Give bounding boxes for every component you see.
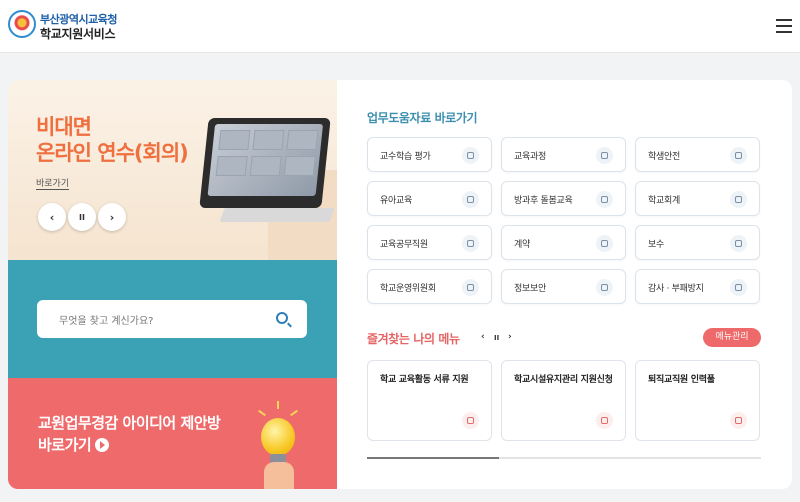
quick-link-card[interactable]: 감사 · 부패방지 bbox=[635, 269, 760, 304]
idea-proposal-banner[interactable]: 교원업무경감 아이디어 제안방 바로가기 bbox=[8, 378, 337, 489]
left-panel: 비대면 온라인 연수(회의) 바로가기 ‹ II › 무엇을 찾고 계신가요? … bbox=[8, 80, 337, 489]
quick-links-title: 업무도움자료 바로가기 bbox=[367, 111, 478, 125]
message-icon bbox=[730, 412, 747, 429]
menu-manage-button[interactable]: 메뉴관리 bbox=[703, 328, 761, 347]
pencil-icon bbox=[596, 147, 613, 164]
edit-icon bbox=[596, 412, 613, 429]
quick-link-label: 학교운영위원회 bbox=[380, 284, 436, 294]
quick-link-label: 보수 bbox=[648, 240, 664, 250]
id-card-icon bbox=[462, 147, 479, 164]
education-office-logo[interactable] bbox=[8, 10, 36, 38]
quick-link-label: 유아교육 bbox=[380, 196, 412, 206]
quick-link-card[interactable]: 교육과정 bbox=[501, 137, 626, 172]
hero-banner: 비대면 온라인 연수(회의) 바로가기 ‹ II › bbox=[8, 80, 337, 265]
favorite-card[interactable]: 퇴직교직원 인력풀 bbox=[635, 360, 760, 441]
padlock-icon bbox=[596, 279, 613, 296]
favorites-pause-button[interactable]: II bbox=[494, 334, 499, 342]
favorites-scrollbar[interactable] bbox=[367, 457, 761, 459]
book-icon bbox=[596, 191, 613, 208]
quick-link-card[interactable]: 교수학습 평가 bbox=[367, 137, 492, 172]
play-icon[interactable] bbox=[95, 438, 110, 452]
light-ray bbox=[258, 409, 266, 417]
quick-link-card[interactable]: 계약 bbox=[501, 225, 626, 260]
idea-banner-link[interactable]: 바로가기 bbox=[38, 436, 92, 454]
check-circle-icon bbox=[596, 235, 613, 252]
quick-link-label: 감사 · 부패방지 bbox=[648, 284, 704, 294]
lightbulb-icon bbox=[261, 418, 295, 456]
favorite-card[interactable]: 학교 교육활동 서류 지원 bbox=[367, 360, 492, 441]
hero-link[interactable]: 바로가기 bbox=[36, 176, 70, 190]
quick-link-card[interactable]: 학생안전 bbox=[635, 137, 760, 172]
quick-link-card[interactable]: 교육공무직원 bbox=[367, 225, 492, 260]
search-placeholder: 무엇을 찾고 계신가요? bbox=[59, 316, 154, 327]
quick-link-card[interactable]: 학교회계 bbox=[635, 181, 760, 216]
search-input[interactable]: 무엇을 찾고 계신가요? bbox=[37, 300, 307, 338]
hand-illustration bbox=[264, 462, 294, 489]
hero-prev-button[interactable]: ‹ bbox=[38, 203, 66, 231]
medal-icon bbox=[730, 279, 747, 296]
ledger-icon bbox=[730, 191, 747, 208]
search-icon[interactable] bbox=[276, 312, 288, 324]
quick-link-label: 학생안전 bbox=[648, 152, 680, 162]
favorite-card[interactable]: 학교시설유지관리 지원신청 bbox=[501, 360, 626, 441]
keyboard-illustration bbox=[219, 208, 335, 222]
quick-link-card[interactable]: 유아교육 bbox=[367, 181, 492, 216]
hero-next-button[interactable]: › bbox=[98, 203, 126, 231]
search-section: 무엇을 찾고 계신가요? bbox=[8, 260, 337, 378]
chat-icon bbox=[462, 235, 479, 252]
quick-link-label: 정보보안 bbox=[514, 284, 546, 294]
scrollbar-thumb[interactable] bbox=[367, 457, 499, 459]
light-ray bbox=[277, 401, 279, 409]
lock-icon bbox=[730, 235, 747, 252]
hero-title: 비대면 온라인 연수(회의) bbox=[36, 115, 189, 165]
favorites-next-button[interactable]: › bbox=[508, 332, 512, 342]
top-header: 부산광역시교육청 학교지원서비스 bbox=[0, 0, 800, 53]
document-icon bbox=[462, 279, 479, 296]
right-panel: 업무도움자료 바로가기 교수학습 평가 교육과정 학생안전 유아교육 방과후 돌… bbox=[337, 80, 792, 489]
hero-pause-button[interactable]: II bbox=[68, 203, 96, 231]
light-ray bbox=[290, 409, 298, 417]
quick-link-card[interactable]: 방과후 돌봄교육 bbox=[501, 181, 626, 216]
idea-banner-title: 교원업무경감 아이디어 제안방 bbox=[38, 414, 221, 432]
quick-link-label: 교수학습 평가 bbox=[380, 152, 431, 162]
quick-link-label: 교육공무직원 bbox=[380, 240, 428, 250]
badge-icon bbox=[462, 191, 479, 208]
shield-icon bbox=[730, 147, 747, 164]
favorites-prev-button[interactable]: ‹ bbox=[481, 332, 485, 342]
quick-link-card[interactable]: 학교운영위원회 bbox=[367, 269, 492, 304]
favorites-title: 즐겨찾는 나의 메뉴 bbox=[367, 332, 460, 346]
hamburger-icon[interactable] bbox=[776, 19, 792, 33]
favorite-label: 학교시설유지관리 지원신청 bbox=[514, 375, 613, 385]
quick-link-label: 교육과정 bbox=[514, 152, 546, 162]
favorite-label: 학교 교육활동 서류 지원 bbox=[380, 375, 469, 385]
service-name[interactable]: 학교지원서비스 bbox=[40, 25, 115, 42]
quick-link-card[interactable]: 보수 bbox=[635, 225, 760, 260]
laptop-illustration bbox=[199, 118, 331, 208]
quick-link-label: 학교회계 bbox=[648, 196, 680, 206]
favorite-label: 퇴직교직원 인력풀 bbox=[648, 375, 715, 385]
clipboard-icon bbox=[462, 412, 479, 429]
quick-link-label: 방과후 돌봄교육 bbox=[514, 196, 573, 206]
quick-link-card[interactable]: 정보보안 bbox=[501, 269, 626, 304]
quick-link-label: 계약 bbox=[514, 240, 530, 250]
